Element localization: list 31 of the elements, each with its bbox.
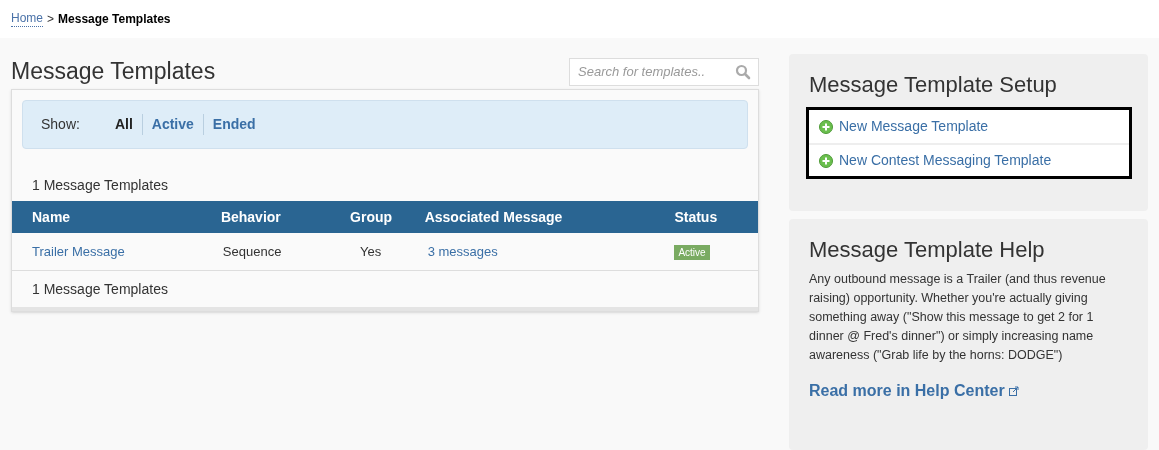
- group-cell: Yes: [360, 243, 382, 259]
- breadcrumb-current: Message Templates: [58, 11, 171, 28]
- breadcrumb-home-link[interactable]: Home: [11, 11, 43, 27]
- new-template-link[interactable]: New Contest Messaging Template: [809, 143, 1129, 176]
- setup-title: Message Template Setup: [809, 71, 1058, 99]
- column-header: Group: [350, 207, 394, 227]
- filter-tab[interactable]: Active: [141, 114, 203, 135]
- plus-circle-icon: [819, 119, 833, 134]
- template-name-link[interactable]: Trailer Message: [32, 243, 125, 259]
- filter-tab[interactable]: All: [105, 114, 142, 135]
- plus-circle-icon: [819, 153, 833, 168]
- column-header: Status: [673, 207, 719, 227]
- search-icon: [735, 63, 751, 80]
- column-header: Associated Message: [424, 207, 564, 227]
- column-header: Name: [32, 207, 72, 227]
- template-count: 1 Message Templates: [12, 271, 758, 311]
- status-badge: Active: [674, 244, 710, 260]
- filter-label: Show:: [41, 115, 80, 134]
- new-template-link[interactable]: New Message Template: [809, 110, 1129, 143]
- column-header: Behavior: [220, 207, 282, 227]
- external-link-icon: [1008, 386, 1019, 397]
- behavior-cell: Sequence: [222, 243, 282, 259]
- page-title: Message Templates: [11, 57, 216, 87]
- filter-tab[interactable]: Ended: [202, 114, 265, 135]
- help-title: Message Template Help: [809, 236, 1046, 265]
- template-count: 1 Message Templates: [31, 175, 169, 195]
- associated-messages-link[interactable]: 3 messages: [427, 243, 498, 259]
- breadcrumb-separator: >: [47, 11, 55, 28]
- help-text: Any outbound message is a Trailer (and thus revenue raising) opportunity. Whether you're actually giving something away ("Show this message to get 2 for 1 dinner @ Fred's dinner") or simply increasing name awareness ("Grab life by the horns: DODGE"): [809, 271, 1107, 365]
- search-field[interactable]: Search for templates..: [569, 57, 759, 86]
- help-center-link[interactable]: Read more in Help Center: [809, 379, 1128, 404]
